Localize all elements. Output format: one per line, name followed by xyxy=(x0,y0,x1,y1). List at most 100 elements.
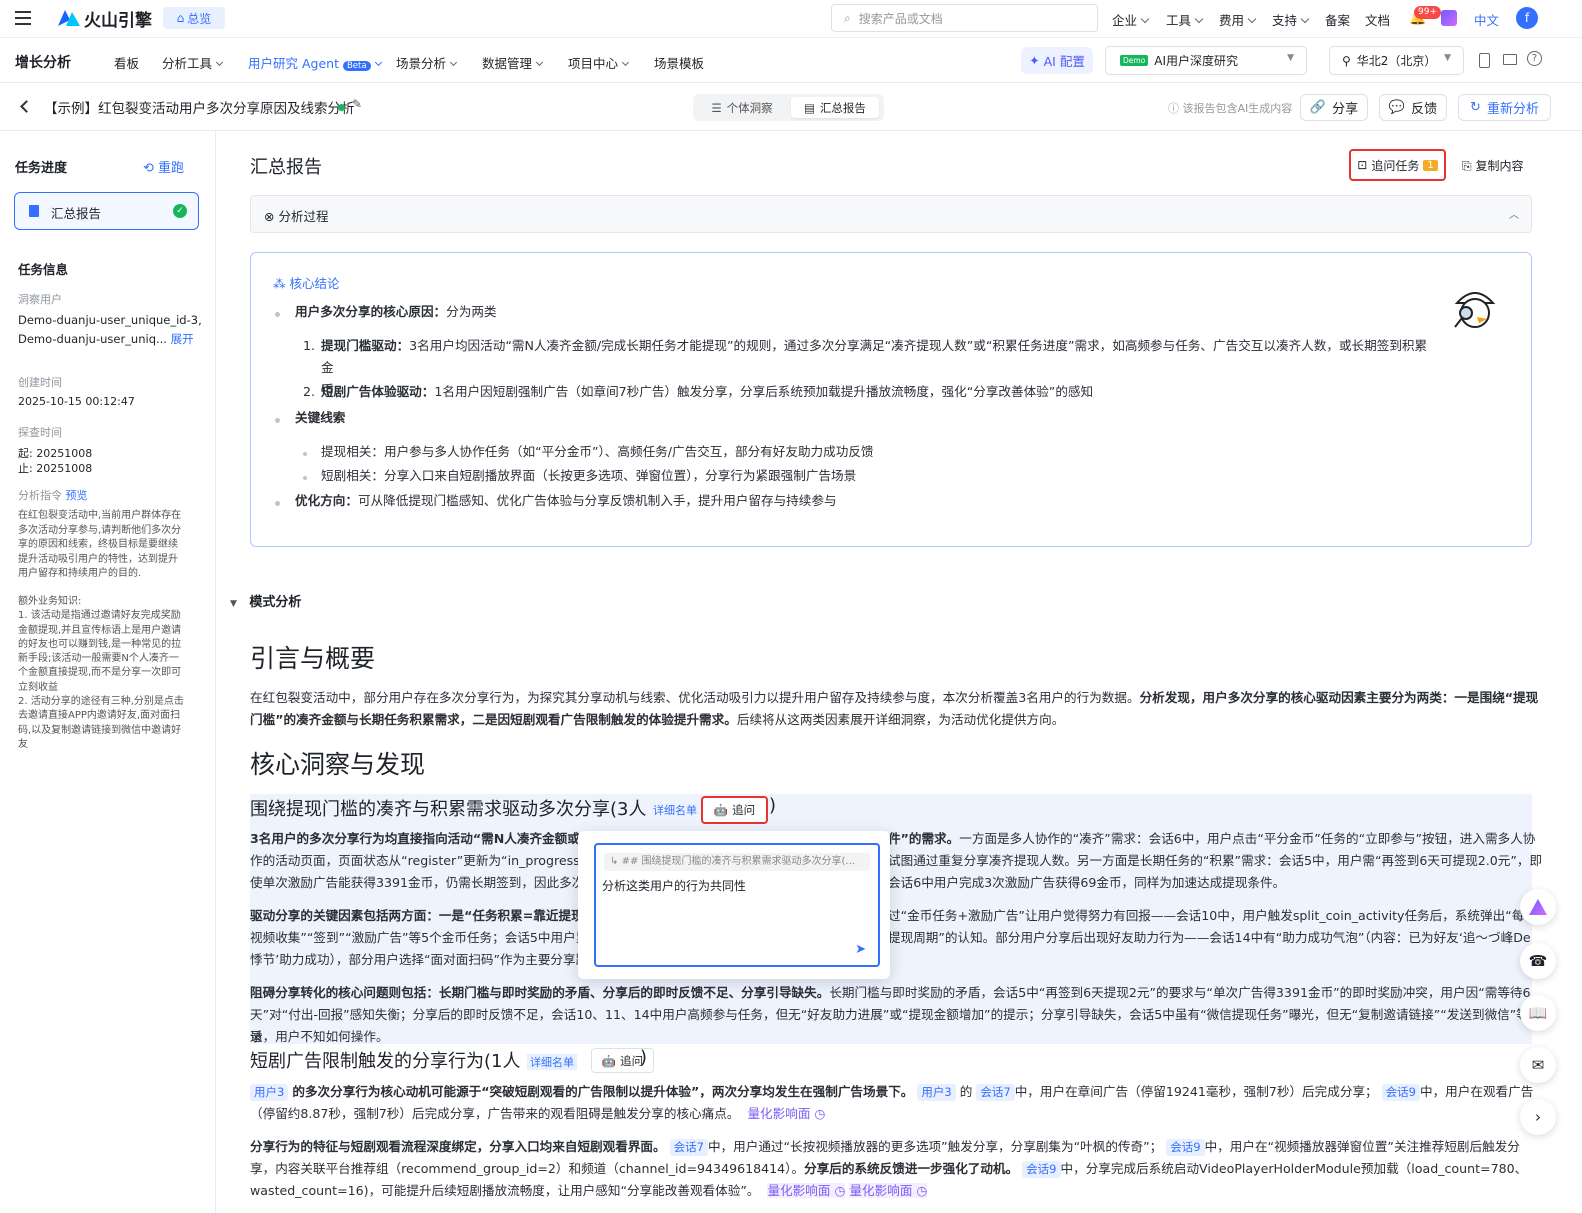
section-1-detail-link[interactable]: 详细名单 xyxy=(653,802,697,818)
nav-analysis-tools[interactable]: 分析工具 xyxy=(162,53,224,72)
core-item-2-num: 2. xyxy=(303,384,316,399)
followup-task-button[interactable]: ⊡ 追问任务 1 xyxy=(1349,149,1446,181)
product-name: 增长分析 xyxy=(15,55,71,71)
robot-icon: 🤖 xyxy=(601,1053,617,1068)
section-2-detail-link[interactable]: 详细名单 xyxy=(527,1054,577,1070)
intro-line-1: 在红包裂变活动中，部分用户存在多次分享行为，为探究其分享动机与线索、优化活动吸引… xyxy=(250,690,1539,705)
created-value: 2025-10-15 00:12:47 xyxy=(18,395,135,408)
section-1-ask-button[interactable]: 🤖 追问 xyxy=(701,796,768,824)
s2p1-line-1: 用户3 的多次分享行为核心动机可能源于“突破短剧观看的广告限制以提升体验”，两次… xyxy=(250,1081,1540,1103)
nav-user-research-agent[interactable]: 用户研究 Agent Beta xyxy=(248,53,382,72)
s2p1-line-2: （停留约8.87秒，强制7秒）后完成分享，广告带来的观看阻碍是触发分享的核心痛点… xyxy=(250,1106,826,1121)
caret-down-icon: ▼ xyxy=(1287,53,1294,63)
pattern-analysis-toggle[interactable]: ▼ 模式分析 xyxy=(230,591,301,610)
report-icon xyxy=(29,205,39,217)
copy-icon: ⎘ xyxy=(1462,159,1472,173)
hamburger-icon[interactable] xyxy=(15,11,31,25)
menu-tools[interactable]: 工具 xyxy=(1166,10,1204,29)
quantify-impact-link[interactable]: 量化影响面 ◷ xyxy=(849,1183,928,1198)
period-start: 起: 20251008 xyxy=(18,447,93,460)
s1p3-line-1: 阻碍分享转化的核心问题则包括：长期门槛与即时奖励的矛盾、分享后的即时反馈不足、分… xyxy=(250,985,1531,1000)
analysis-process-panel[interactable]: ⊗ 分析过程 ︿ xyxy=(250,195,1532,233)
tab-summary-report[interactable]: ▤ 汇总报告 xyxy=(791,97,879,118)
project-name: AI用户深度研究 xyxy=(1154,54,1239,68)
help-icon[interactable]: ? xyxy=(1527,51,1542,66)
avatar[interactable]: f xyxy=(1516,7,1538,29)
session-tag[interactable]: 会话9 xyxy=(1166,1139,1205,1156)
support-float-button[interactable]: ☎ xyxy=(1520,943,1556,979)
s1p1-line-2-right: 试图通过重复分享凑齐提现人数。另一方面是长期任务的“积累”需求：会话5中，用户需… xyxy=(888,853,1543,868)
language-switch[interactable]: 中文 xyxy=(1474,10,1499,29)
bullet xyxy=(303,476,307,480)
core-conclusion-card: ⁂ 核心结论 用户多次分享的核心原因：分为两类 1. 提现门槛驱动：3名用户均因… xyxy=(250,252,1532,547)
s1p2-line-3: 悸节’助力成功），部分用户选择“面对面扫码”作为主要分享路 xyxy=(250,952,589,967)
nav-data-management[interactable]: 数据管理 xyxy=(482,53,544,72)
notification-badge: 99+ xyxy=(1414,6,1441,19)
send-icon[interactable]: ➤ xyxy=(855,942,866,957)
copy-content-button[interactable]: ⎘ 复制内容 xyxy=(1462,157,1523,174)
location-icon: ⚲ xyxy=(1342,53,1351,68)
report-content: 汇总报告 ⊡ 追问任务 1 ⎘ 复制内容 ⊗ 分析过程 ︿ ⁂ 核心结论 用户多次… xyxy=(216,131,1582,1213)
expand-link[interactable]: 展开 xyxy=(171,332,194,346)
nav-scenario-analysis[interactable]: 场景分析 xyxy=(396,53,458,72)
user-tag[interactable]: 用户3 xyxy=(250,1084,289,1101)
session-tag[interactable]: 会话7 xyxy=(669,1139,708,1156)
menu-enterprise[interactable]: 企业 xyxy=(1112,10,1150,29)
mail-icon[interactable] xyxy=(1503,54,1517,65)
book-float-button[interactable]: 📖 xyxy=(1520,995,1556,1031)
ai-assistant-float-button[interactable] xyxy=(1520,889,1556,925)
menu-billing[interactable]: 费用 xyxy=(1219,10,1257,29)
search-box[interactable]: ⌕ 搜索产品或文档 xyxy=(831,4,1098,32)
mobile-icon[interactable] xyxy=(1479,53,1490,68)
ai-config-button[interactable]: ✦ AI 配置 xyxy=(1021,47,1093,74)
robot-icon: 🤖 xyxy=(713,803,729,817)
nav-dashboard[interactable]: 看板 xyxy=(114,53,139,72)
rerun-button[interactable]: ⟲ 重跑 xyxy=(143,157,184,176)
project-select[interactable]: Demo AI用户深度研究 ▼ xyxy=(1105,46,1307,75)
region-name: 华北2（北京） xyxy=(1356,54,1437,68)
collapse-icon[interactable]: ︿ xyxy=(1509,206,1519,221)
ai-sparkle-icon: ✦ xyxy=(1029,53,1040,68)
task-icon: ⊡ xyxy=(1357,158,1368,172)
task-item-summary[interactable]: 汇总报告 ✓ xyxy=(14,192,199,230)
quantify-impact-link[interactable]: 量化影响面 ◷ xyxy=(767,1183,846,1198)
top-bar: 火山引擎 ⌂总览 ⌕ 搜索产品或文档 企业 工具 费用 支持 备案 文档 🔔 9… xyxy=(0,0,1582,38)
followup-input[interactable]: ↳ ## 围绕提现门槛的凑齐与积累需求驱动多次分享(... 分析这类用户的行为共… xyxy=(594,843,880,967)
session-tag[interactable]: 会话7 xyxy=(976,1084,1015,1101)
followup-popup: ↳ ## 围绕提现门槛的凑齐与积累需求驱动多次分享(... 分析这类用户的行为共… xyxy=(578,831,890,979)
share-button[interactable]: 🔗 分享 xyxy=(1300,94,1368,121)
session-tag[interactable]: 会话9 xyxy=(1381,1084,1420,1101)
bullet xyxy=(303,452,307,456)
nav-project-center[interactable]: 项目中心 xyxy=(568,53,630,72)
message-float-button[interactable]: ✉ xyxy=(1520,1047,1556,1083)
s1p1-line-1-right: 件”的需求。一方面是多人协作的“凑齐”需求：会话6中，用户点击“平分金币”任务的… xyxy=(888,831,1536,846)
clue-1: 提现相关：用户参与多人协作任务（如“平分金币”）、高频任务/广告交互，部分有好友… xyxy=(321,444,874,459)
link-docs[interactable]: 文档 xyxy=(1365,10,1390,29)
sparkle-icon: ⁂ xyxy=(273,276,286,291)
feedback-button[interactable]: 💬 反馈 xyxy=(1379,94,1447,121)
s1p1-line-2: 作的活动页面，页面状态从“register”更新为“in_progress”； xyxy=(250,853,599,868)
overview-button[interactable]: ⌂ 总览 xyxy=(163,7,225,29)
nav-scenario-templates[interactable]: 场景模板 xyxy=(654,53,704,72)
quantify-impact-link[interactable]: 量化影响面 ◷ xyxy=(747,1106,825,1121)
edit-icon[interactable]: ✎ xyxy=(352,97,362,111)
link-filing[interactable]: 备案 xyxy=(1325,10,1350,29)
clue-2: 短剧相关：分享入口来自短剧播放界面（长按更多选项、弹窗位置），分享行为紧跟强制广… xyxy=(321,468,857,483)
extra-knowledge-text: 额外业务知识: 1. 该活动是指通过邀请好友完成奖励 金额提现,并且宣传标语上是用户… xyxy=(18,596,184,750)
ai-assistant-icon[interactable] xyxy=(1441,10,1457,26)
back-arrow-icon[interactable] xyxy=(20,100,33,113)
user-tag[interactable]: 用户3 xyxy=(917,1084,956,1101)
brand-name[interactable]: 火山引擎 xyxy=(84,6,152,31)
preview-link[interactable]: 预览 xyxy=(66,489,88,502)
bullet xyxy=(275,418,280,423)
menu-support[interactable]: 支持 xyxy=(1272,10,1310,29)
tab-individual-insight[interactable]: ☰ 个体洞察 xyxy=(700,97,784,118)
region-select[interactable]: ⚲ 华北2（北京） ▼ xyxy=(1329,46,1464,75)
session-tag[interactable]: 会话9 xyxy=(1022,1161,1061,1178)
task-info-title: 任务信息 xyxy=(18,262,69,277)
next-arrow-button[interactable]: › xyxy=(1520,1099,1556,1135)
s1p1-line-3-right: 会话6中用户完成3次激励广告获得69金币，同样为加速达成提现条件。 xyxy=(888,875,1286,890)
rerun-icon: ⟲ xyxy=(143,161,154,176)
core-conclusion-title: ⁂ 核心结论 xyxy=(273,276,340,291)
reanalyze-button[interactable]: ↻ 重新分析 xyxy=(1458,94,1551,121)
